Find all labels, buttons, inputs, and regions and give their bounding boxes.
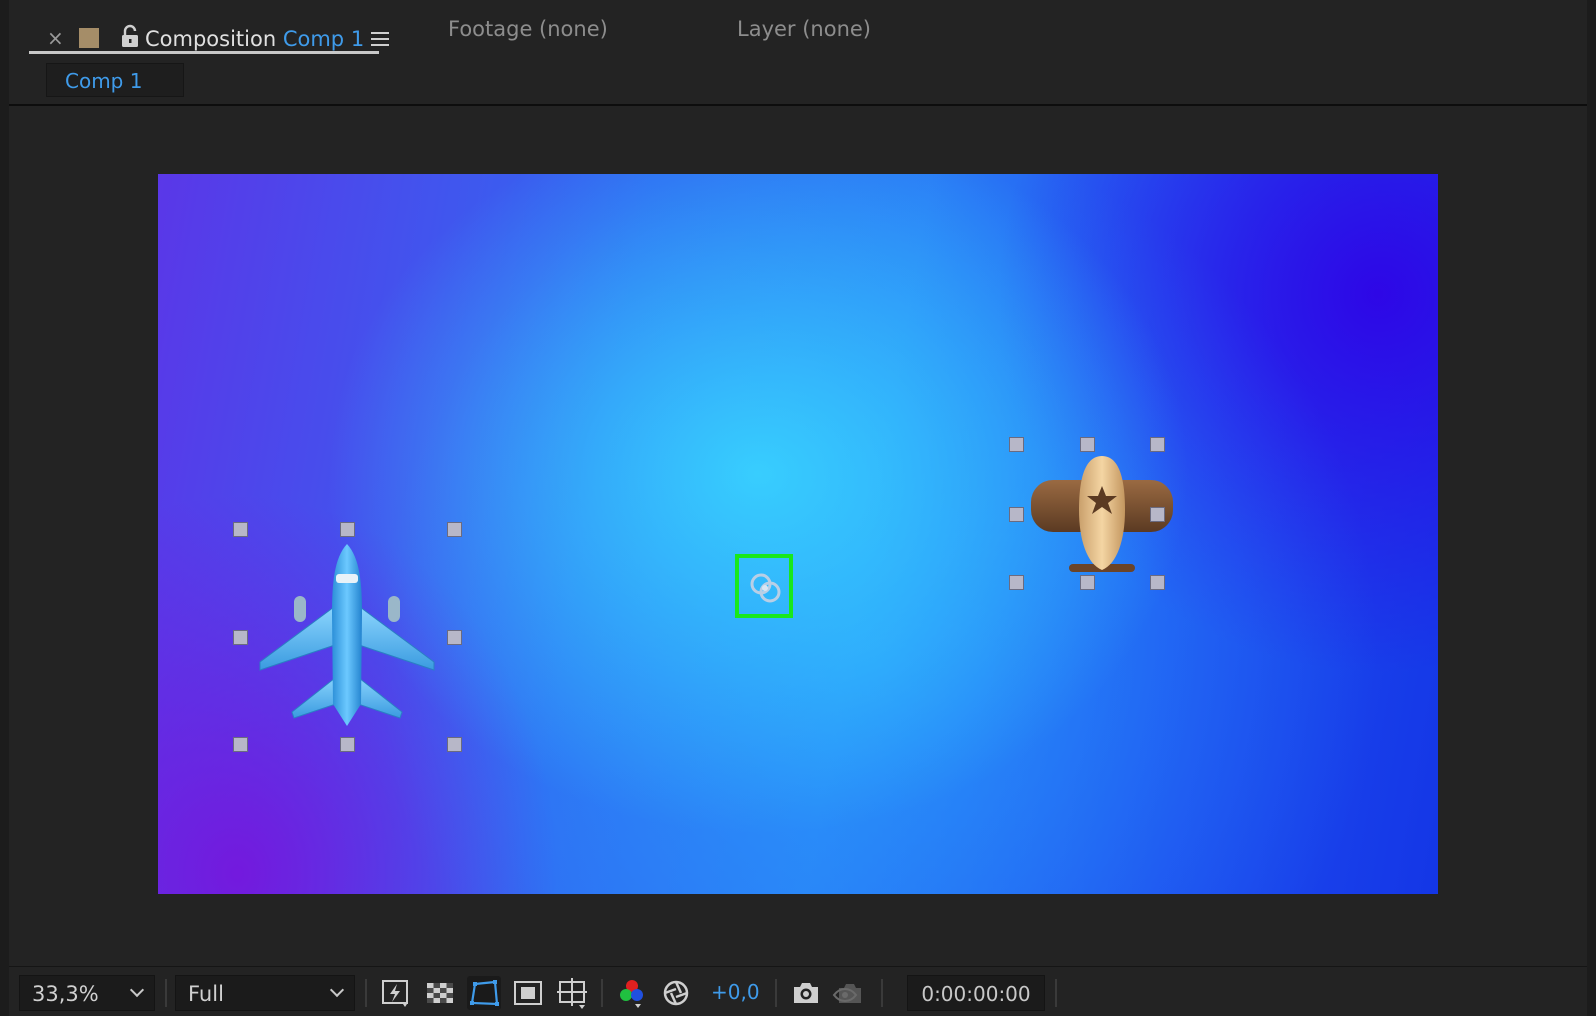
composition-canvas[interactable] [158, 174, 1438, 894]
null-object-icon [750, 573, 781, 603]
chevron-down-icon [329, 982, 345, 998]
panel-menu-icon[interactable] [371, 32, 389, 48]
grid-guides-icon[interactable] [555, 976, 589, 1010]
color-channels-icon[interactable] [615, 976, 649, 1010]
divider [601, 979, 603, 1007]
panel-tab-bar: × Composition Comp 1 Footage (none) Laye… [9, 0, 1587, 56]
zoom-value: 33,3% [32, 982, 99, 1006]
mask-path-visibility-icon[interactable] [467, 976, 501, 1010]
comp-navigator: Comp 1 [9, 56, 1587, 106]
divider [881, 979, 883, 1007]
divider [365, 979, 367, 1007]
selection-handle[interactable] [340, 737, 355, 752]
selection-handle[interactable] [233, 737, 248, 752]
label-color-swatch[interactable] [79, 28, 99, 48]
selection-handle[interactable] [340, 522, 355, 537]
selection-handle[interactable] [447, 522, 462, 537]
selection-handle[interactable] [1150, 575, 1165, 590]
blue-jet-plane-layer[interactable] [258, 544, 436, 728]
selection-handle[interactable] [1009, 437, 1024, 452]
resolution-value: Full [188, 982, 224, 1006]
breadcrumb-comp[interactable]: Comp 1 [46, 63, 184, 97]
region-of-interest-icon[interactable] [511, 976, 545, 1010]
exposure-value[interactable]: +0,0 [711, 980, 760, 1004]
fast-preview-icon[interactable] [379, 976, 413, 1010]
zoom-select[interactable]: 33,3% [19, 975, 155, 1011]
selection-handle[interactable] [1150, 437, 1165, 452]
selection-handle[interactable] [1080, 437, 1095, 452]
tab-title: Composition Comp 1 [145, 27, 364, 51]
selection-handle[interactable] [1009, 507, 1024, 522]
selection-handle[interactable] [1150, 507, 1165, 522]
composition-panel: × Composition Comp 1 Footage (none) Laye… [9, 0, 1587, 1016]
tab-layer[interactable]: Layer (none) [737, 17, 871, 41]
selection-handle[interactable] [1080, 575, 1095, 590]
viewer-toolbar: 33,3% Full +0,0 0:00:00:00 [9, 966, 1587, 1016]
snapshot-icon[interactable] [789, 976, 823, 1010]
selection-handle[interactable] [447, 737, 462, 752]
selection-handle[interactable] [233, 522, 248, 537]
null-object-layer[interactable] [735, 554, 793, 618]
chevron-down-icon [129, 982, 145, 998]
unlock-icon[interactable] [119, 24, 141, 50]
resolution-select[interactable]: Full [175, 975, 355, 1011]
color-management-icon[interactable] [659, 976, 693, 1010]
show-snapshot-icon[interactable] [831, 976, 865, 1010]
close-icon[interactable]: × [47, 28, 64, 48]
selection-handle[interactable] [447, 630, 462, 645]
tab-title-prefix: Composition [145, 27, 277, 51]
tab-title-comp-name: Comp 1 [282, 27, 365, 51]
divider [775, 979, 777, 1007]
tab-composition[interactable]: × Composition Comp 1 [29, 10, 389, 54]
current-time-display[interactable]: 0:00:00:00 [907, 975, 1045, 1011]
composition-viewer[interactable] [9, 108, 1587, 964]
tab-footage[interactable]: Footage (none) [448, 17, 608, 41]
transparency-grid-icon[interactable] [423, 976, 457, 1010]
selection-handle[interactable] [233, 630, 248, 645]
divider [165, 979, 167, 1007]
selection-handle[interactable] [1009, 575, 1024, 590]
divider [1055, 979, 1057, 1007]
